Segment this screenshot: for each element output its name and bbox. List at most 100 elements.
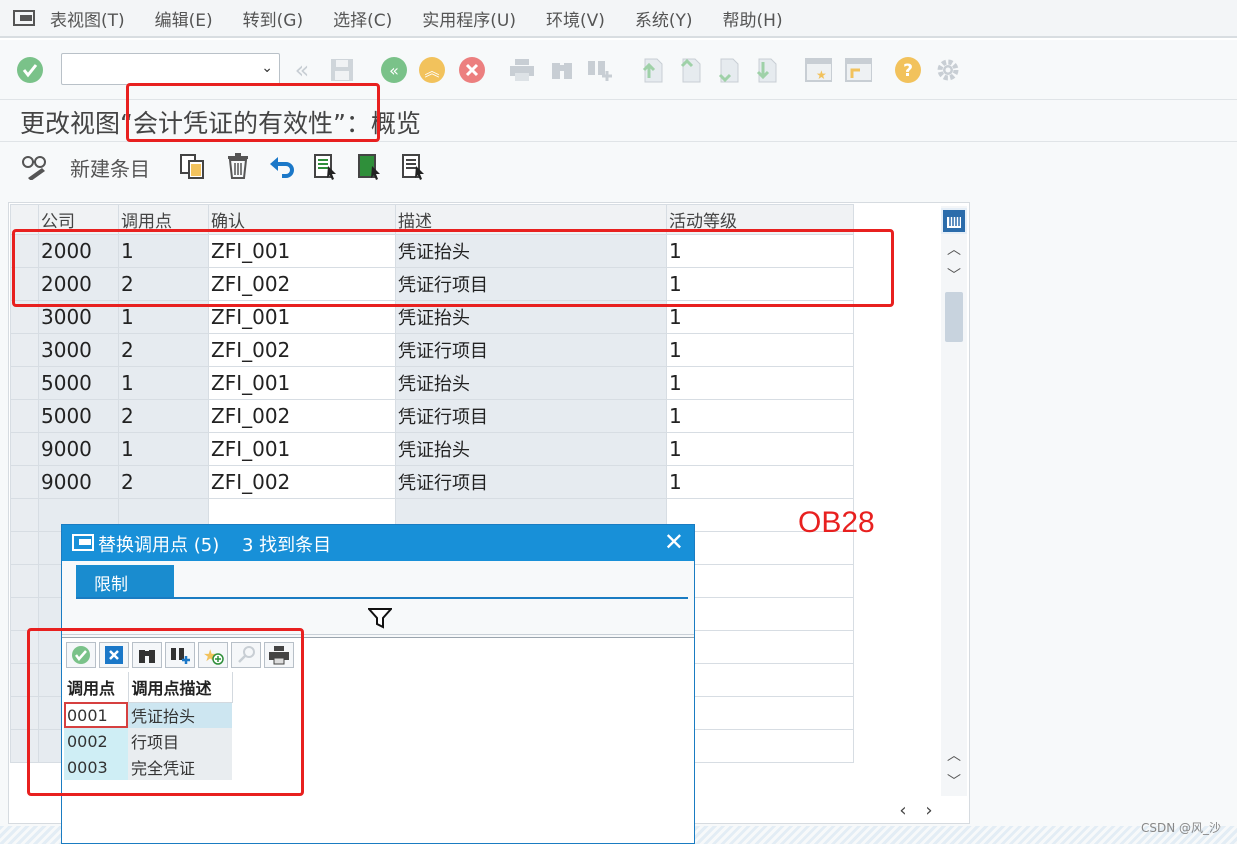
row-selector[interactable] — [10, 399, 39, 433]
tab-restrictions[interactable]: 限制 — [76, 565, 174, 597]
back-icon[interactable]: « — [380, 56, 408, 84]
horizontal-scroll: ‹ › — [890, 798, 942, 822]
scroll-down-icon[interactable]: ﹀ — [943, 264, 965, 286]
menu-goto[interactable]: 转到(G) — [243, 6, 303, 31]
ok-icon[interactable] — [16, 56, 44, 84]
close-icon[interactable]: ✕ — [664, 528, 684, 556]
delete-icon[interactable] — [224, 152, 252, 180]
dropdown-icon[interactable]: ⌄ — [261, 60, 273, 76]
cell-description: 凭证抬头 — [395, 366, 667, 400]
cell-callup-point[interactable]: 2 — [118, 465, 209, 499]
cell-company[interactable]: 9000 — [38, 432, 119, 466]
scroll-up-icon[interactable]: ︿ — [943, 238, 965, 260]
filter-icon[interactable] — [366, 607, 394, 634]
scroll-right-icon[interactable]: › — [925, 800, 932, 821]
menu-logo-icon[interactable] — [10, 8, 38, 28]
cell-company[interactable]: 5000 — [38, 366, 119, 400]
column-settings-icon[interactable] — [941, 208, 967, 234]
annotation-box-rows — [12, 229, 894, 307]
cell-company[interactable]: 9000 — [38, 465, 119, 499]
display-change-icon[interactable] — [20, 152, 48, 180]
scroll-thumb[interactable] — [945, 292, 963, 342]
settings-icon[interactable] — [934, 56, 962, 84]
exit-icon[interactable]: ︽ — [418, 56, 446, 84]
vertical-scrollbar[interactable]: ︿ ﹀ ︿ ﹀ — [941, 206, 967, 796]
menu-bar: 表视图(T) 编辑(E) 转到(G) 选择(C) 实用程序(U) 环境(V) 系… — [0, 0, 1237, 38]
command-field[interactable]: ⌄ — [61, 53, 280, 85]
last-page-icon[interactable] — [752, 56, 780, 84]
cell-validation[interactable]: ZFI_001 — [208, 432, 396, 466]
next-page-icon[interactable] — [714, 56, 742, 84]
menu-select[interactable]: 选择(C) — [333, 6, 392, 31]
row-selector[interactable] — [10, 465, 39, 499]
dialog-tab-strip: 限制 — [76, 563, 688, 599]
menu-utilities[interactable]: 实用程序(U) — [422, 6, 516, 31]
cell-validation[interactable]: ZFI_002 — [208, 333, 396, 367]
select-block-icon[interactable] — [356, 152, 384, 180]
page-up-icon[interactable]: ︿ — [943, 744, 965, 766]
cell-description: 凭证抬头 — [395, 432, 667, 466]
cell-activity-level[interactable]: 1 — [666, 333, 854, 367]
menu-environment[interactable]: 环境(V) — [546, 6, 605, 31]
cell-activity-level[interactable]: 1 — [666, 432, 854, 466]
row-selector[interactable] — [10, 366, 39, 400]
back-double-icon[interactable]: « — [288, 56, 316, 84]
scroll-left-icon[interactable]: ‹ — [899, 800, 906, 821]
save-icon[interactable] — [328, 56, 356, 84]
cell-activity-level[interactable]: 1 — [666, 465, 854, 499]
page-down-icon[interactable]: ﹀ — [943, 770, 965, 792]
table-row: 5000 1 ZFI_001 凭证抬头 1 — [10, 366, 854, 400]
prev-page-icon[interactable] — [676, 56, 704, 84]
cell-description: 凭证行项目 — [395, 399, 667, 433]
print-icon[interactable] — [508, 56, 536, 84]
cell-callup-point[interactable]: 2 — [118, 333, 209, 367]
create-session-icon[interactable]: ★ — [804, 56, 832, 84]
row-selector[interactable] — [10, 333, 39, 367]
table-row: 3000 2 ZFI_002 凭证行项目 1 — [10, 333, 854, 367]
new-entries-button[interactable]: 新建条目 — [70, 153, 150, 182]
cell-callup-point[interactable]: 1 — [118, 366, 209, 400]
cell-activity-level[interactable]: 1 — [666, 399, 854, 433]
cell-validation[interactable]: ZFI_001 — [208, 366, 396, 400]
menu-help[interactable]: 帮助(H) — [723, 6, 783, 31]
select-all-icon[interactable] — [312, 152, 340, 180]
find-icon[interactable] — [548, 56, 576, 84]
cell-callup-point[interactable]: 1 — [118, 432, 209, 466]
cell-company[interactable]: 3000 — [38, 333, 119, 367]
row-selector[interactable] — [10, 597, 39, 631]
first-page-icon[interactable] — [638, 56, 666, 84]
cell-validation[interactable]: ZFI_002 — [208, 399, 396, 433]
deselect-all-icon[interactable] — [400, 152, 428, 180]
table-row: 9000 1 ZFI_001 凭证抬头 1 — [10, 432, 854, 466]
row-selector[interactable] — [10, 564, 39, 598]
annotation-box-title — [126, 83, 380, 142]
cell-company[interactable]: 5000 — [38, 399, 119, 433]
watermark: CSDN @风_沙 — [1140, 821, 1221, 835]
shortcut-icon[interactable] — [844, 56, 872, 84]
cancel-icon[interactable] — [458, 56, 486, 84]
find-next-icon[interactable] — [586, 56, 614, 84]
cell-description: 凭证行项目 — [395, 465, 667, 499]
menu-table-view[interactable]: 表视图(T) — [50, 6, 125, 31]
undo-icon[interactable] — [268, 152, 296, 180]
dialog-header[interactable]: 替换调用点 (5) 3 找到条目 ✕ — [62, 525, 694, 561]
row-selector[interactable] — [10, 531, 39, 565]
dialog-title: 替换调用点 (5) — [98, 535, 220, 556]
cell-activity-level[interactable]: 1 — [666, 366, 854, 400]
row-selector[interactable] — [10, 498, 39, 532]
dialog-menu-icon[interactable] — [72, 534, 94, 556]
menu-system[interactable]: 系统(Y) — [635, 6, 693, 31]
svg-text:«: « — [389, 61, 399, 80]
cell-validation[interactable]: ZFI_002 — [208, 465, 396, 499]
application-toolbar: 新建条目 — [0, 142, 1237, 190]
cell-callup-point[interactable]: 2 — [118, 399, 209, 433]
svg-text:?: ? — [903, 61, 913, 81]
menu-edit[interactable]: 编辑(E) — [155, 6, 213, 31]
row-selector[interactable] — [10, 432, 39, 466]
copy-as-icon[interactable] — [178, 152, 206, 180]
svg-text:★: ★ — [816, 68, 827, 82]
annotation-box-hitlist — [27, 628, 304, 796]
help-icon[interactable]: ? — [894, 56, 922, 84]
table-row: 5000 2 ZFI_002 凭证行项目 1 — [10, 399, 854, 433]
annotation-label: OB28 — [798, 506, 875, 539]
